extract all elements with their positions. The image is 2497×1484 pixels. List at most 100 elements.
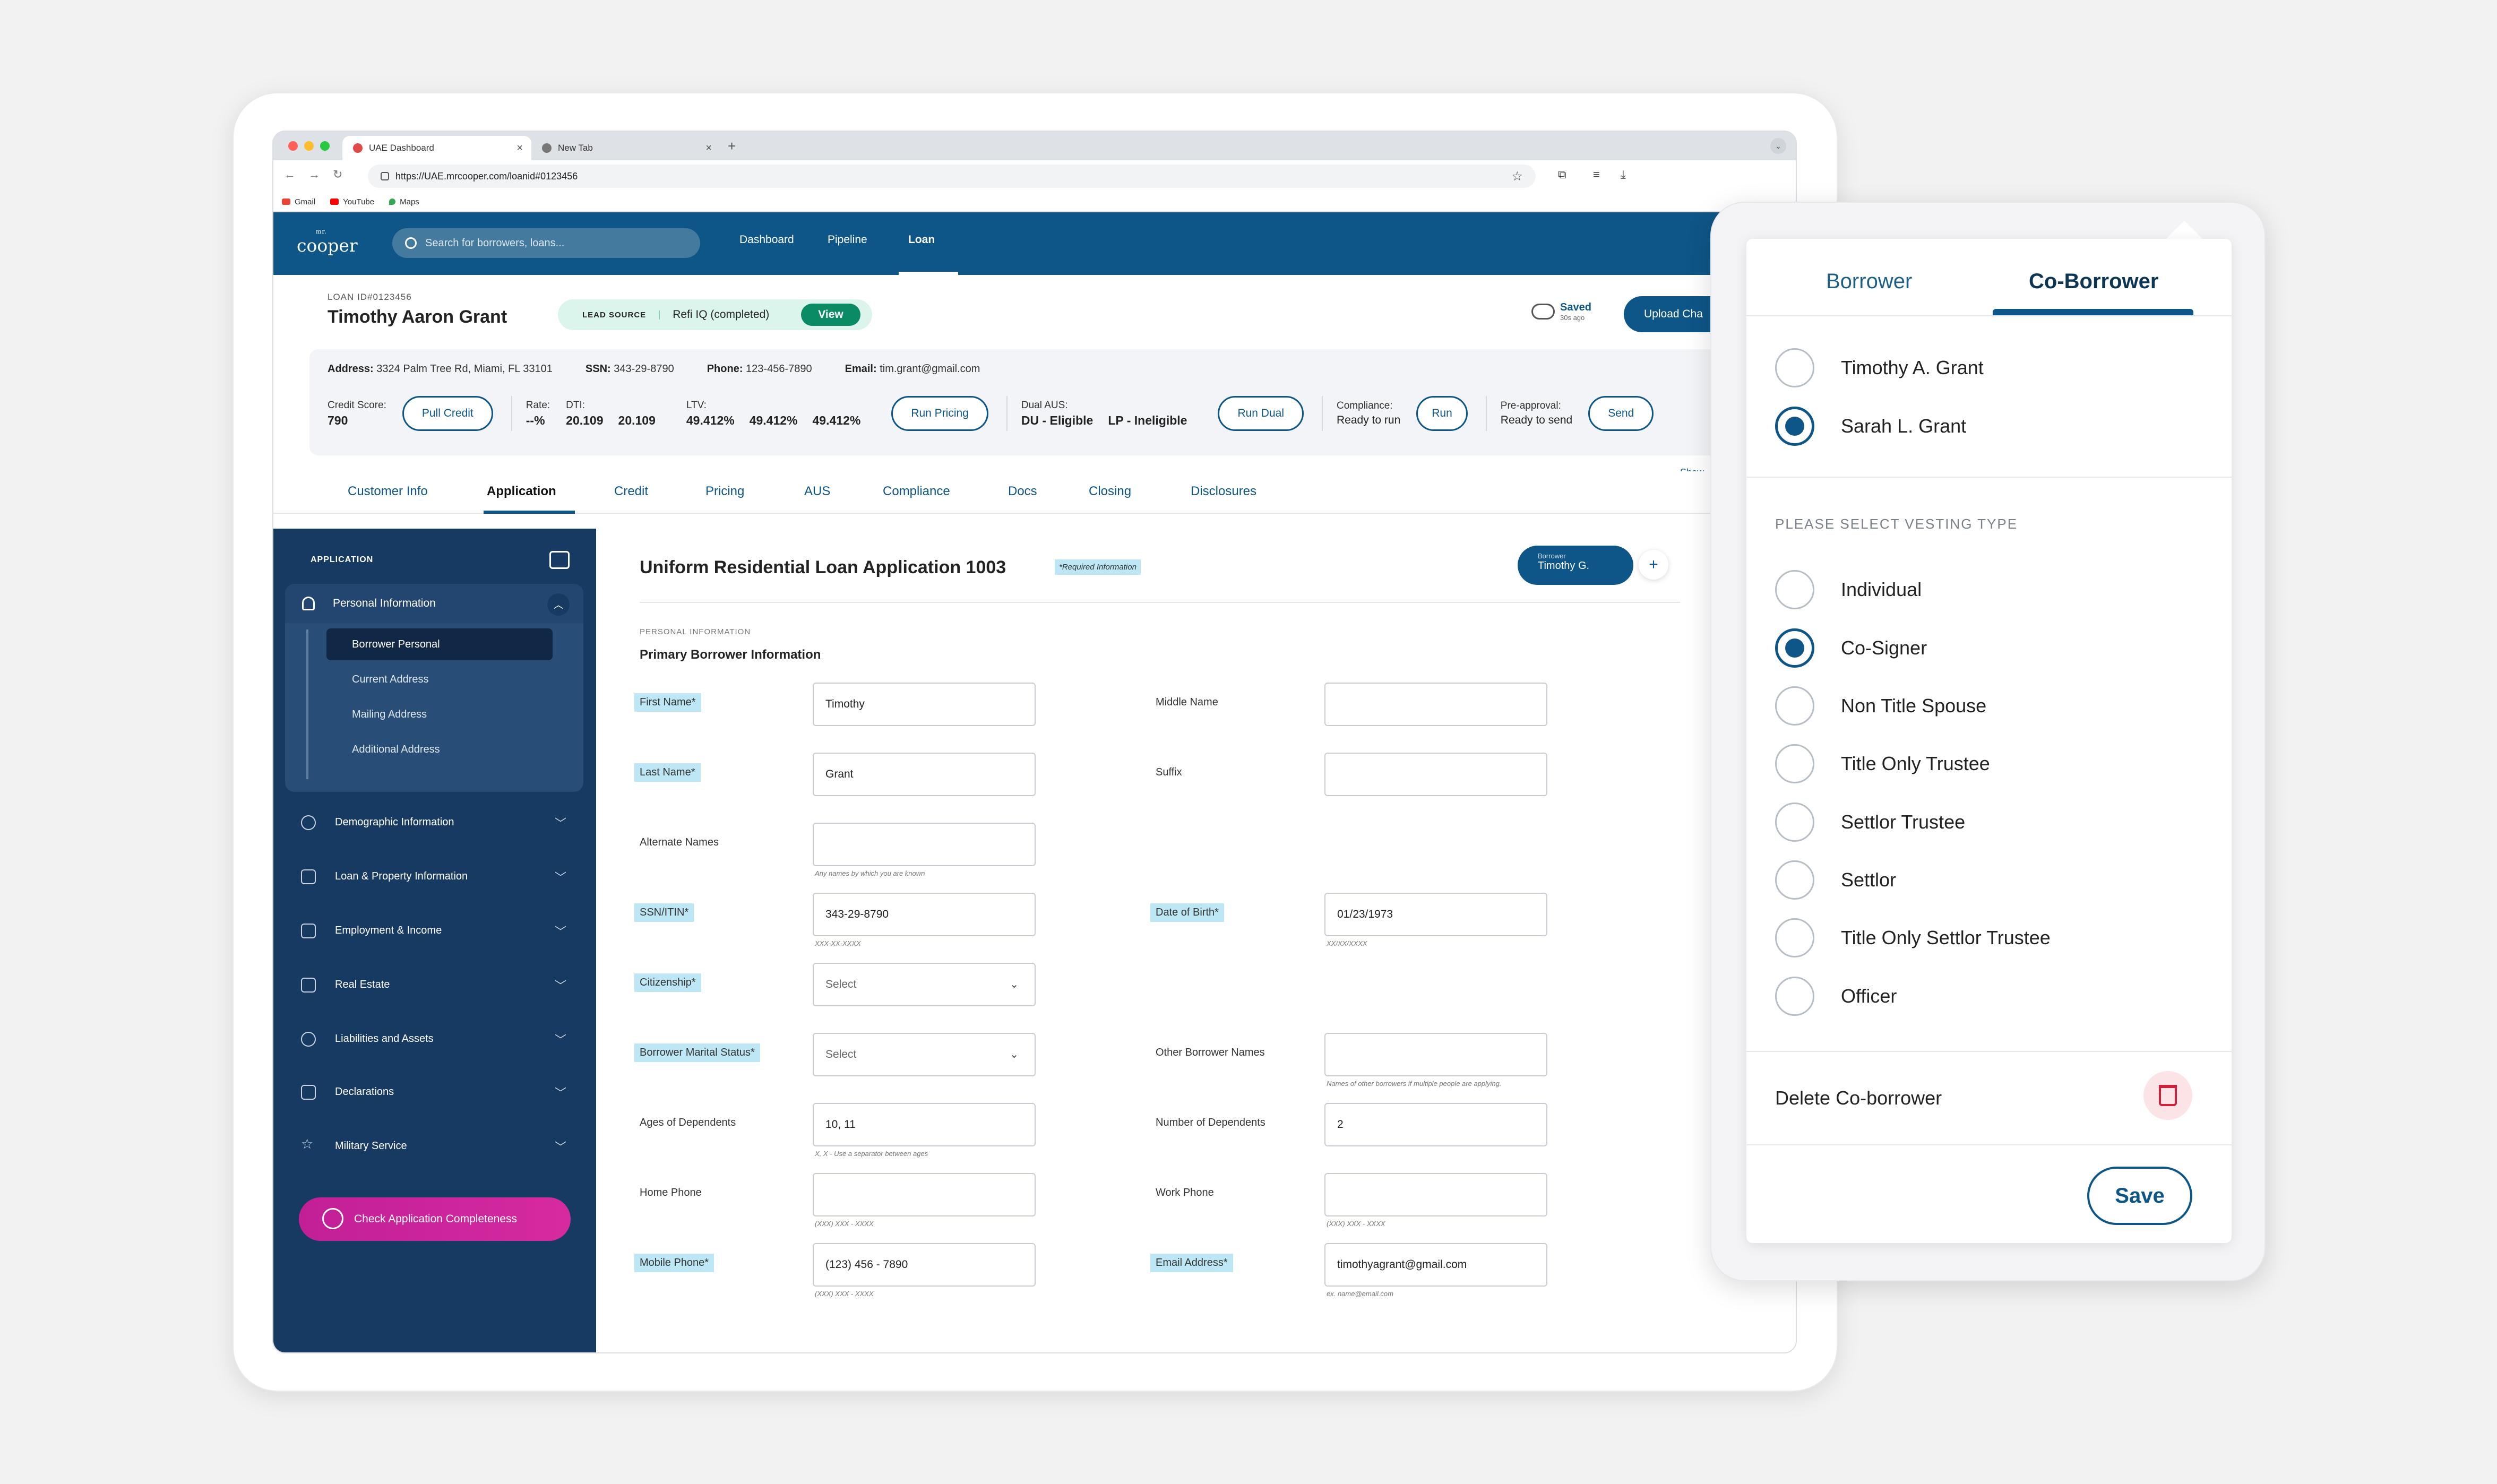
tab-application[interactable]: Application — [487, 484, 556, 499]
other-names-input[interactable] — [1324, 1033, 1547, 1076]
pull-credit-button[interactable]: Pull Credit — [402, 396, 493, 431]
radio-title-only-trustee[interactable] — [1775, 744, 1814, 783]
browser-tab-active[interactable]: UAE Dashboard × — [342, 136, 531, 160]
save-button[interactable]: Save — [2087, 1167, 2192, 1225]
alternate-names-input[interactable] — [813, 823, 1036, 866]
tab-credit[interactable]: Credit — [614, 484, 648, 499]
radio-officer[interactable] — [1775, 977, 1814, 1016]
ages-dependents-input[interactable]: 10, 11 — [813, 1103, 1036, 1146]
view-lead-button[interactable]: View — [801, 304, 860, 326]
bookmark-maps[interactable]: Maps — [389, 197, 419, 206]
close-tab-icon[interactable]: × — [705, 142, 712, 154]
tab-docs[interactable]: Docs — [1008, 484, 1037, 499]
download-icon[interactable]: ⤓ — [1621, 168, 1626, 182]
mobile-phone-input[interactable]: (123) 456 - 7890 — [813, 1243, 1036, 1287]
tab-closing[interactable]: Closing — [1089, 484, 1131, 499]
first-name-input[interactable]: Timothy — [813, 683, 1036, 726]
dob-input[interactable]: 01/23/1973 — [1324, 893, 1547, 936]
sidebar-item-loan-property[interactable]: Loan & Property Information ﹀ — [296, 863, 572, 890]
nav-pipeline[interactable]: Pipeline — [828, 234, 867, 246]
num-dependents-input[interactable]: 2 — [1324, 1103, 1547, 1146]
metric-value: 20.109 — [618, 413, 656, 427]
media-icon[interactable]: ≡ — [1593, 168, 1600, 182]
collapse-sidebar-icon[interactable] — [549, 551, 570, 569]
sidebar-item-real-estate[interactable]: Real Estate ﹀ — [296, 971, 572, 998]
delete-co-borrower-button[interactable] — [2143, 1071, 2192, 1120]
divider — [1746, 1051, 2232, 1052]
tab-pricing[interactable]: Pricing — [705, 484, 744, 499]
tab-customer-info[interactable]: Customer Info — [348, 484, 428, 499]
radio-title-only-settlor-trustee[interactable] — [1775, 918, 1814, 957]
work-phone-input[interactable] — [1324, 1173, 1547, 1216]
global-search-input[interactable]: Search for borrowers, loans... — [392, 228, 700, 258]
run-compliance-button[interactable]: Run — [1416, 396, 1468, 431]
sidebar-item-liabilities[interactable]: Liabilities and Assets ﹀ — [296, 1025, 572, 1052]
mobile-phone-label: Mobile Phone* — [634, 1254, 714, 1272]
sidebar-item-mailing-address[interactable]: Mailing Address — [326, 698, 553, 730]
divider — [640, 602, 1680, 603]
brand-logo[interactable]: mr. cooper — [297, 228, 358, 256]
home-phone-input[interactable] — [813, 1173, 1036, 1216]
tab-search-icon[interactable]: ⌄ — [1770, 138, 1786, 154]
citizenship-select[interactable]: Select ⌄ — [813, 963, 1036, 1006]
bookmark-youtube[interactable]: YouTube — [330, 197, 374, 206]
tab-aus[interactable]: AUS — [804, 484, 830, 499]
check-completeness-button[interactable]: Check Application Completeness — [299, 1197, 571, 1241]
sidebar-item-demographic[interactable]: Demographic Information ﹀ — [296, 809, 572, 835]
browser-tab[interactable]: New Tab × — [531, 136, 720, 160]
rate-metric: Rate: --% — [526, 400, 550, 428]
radio-settlor-trustee[interactable] — [1775, 803, 1814, 842]
radio-sarah-grant[interactable] — [1775, 407, 1814, 446]
address-label: Address: — [328, 363, 374, 375]
add-borrower-button[interactable]: + — [1639, 550, 1668, 580]
run-pricing-button[interactable]: Run Pricing — [891, 396, 988, 431]
radio-individual[interactable] — [1775, 570, 1814, 609]
sidebar-group-label: Personal Information — [333, 597, 436, 609]
radio-co-signer[interactable] — [1775, 628, 1814, 668]
middle-name-input[interactable] — [1324, 683, 1547, 726]
sidebar-item-current-address[interactable]: Current Address — [326, 663, 553, 695]
back-icon[interactable]: ← — [284, 168, 296, 182]
bookmark-star-icon[interactable]: ☆ — [1511, 169, 1523, 184]
tab-borrower[interactable]: Borrower — [1826, 270, 1912, 294]
sidebar-item-military[interactable]: ☆ Military Service ﹀ — [296, 1133, 572, 1159]
ssn-input[interactable]: 343-29-8790 — [813, 893, 1036, 936]
tab-co-borrower[interactable]: Co-Borrower — [2029, 270, 2158, 294]
last-name-input[interactable]: Grant — [813, 753, 1036, 796]
borrower-selector[interactable]: Borrower Timothy G. — [1518, 546, 1633, 585]
sidebar-item-additional-address[interactable]: Additional Address — [326, 734, 553, 765]
extensions-icon[interactable]: ⧉ — [1558, 168, 1566, 182]
suffix-input[interactable] — [1324, 753, 1547, 796]
tab-compliance[interactable]: Compliance — [883, 484, 950, 499]
bookmark-gmail[interactable]: Gmail — [282, 197, 315, 206]
run-dual-button[interactable]: Run Dual — [1218, 396, 1304, 431]
radio-non-title-spouse[interactable] — [1775, 686, 1814, 726]
du-value: DU - Eligible — [1021, 413, 1093, 427]
url-input[interactable]: https://UAE.mrcooper.com/loanid#0123456 … — [368, 165, 1536, 188]
new-tab-icon[interactable]: + — [728, 138, 736, 154]
section-title: Primary Borrower Information — [640, 648, 821, 662]
chevron-up-icon[interactable]: ︿ — [547, 593, 570, 616]
email-input[interactable]: timothyagrant@gmail.com — [1324, 1243, 1547, 1287]
marital-status-select[interactable]: Select ⌄ — [813, 1033, 1036, 1076]
reload-icon[interactable]: ↻ — [333, 168, 342, 182]
nav-loan[interactable]: Loan — [908, 234, 935, 246]
site-info-icon[interactable] — [381, 172, 389, 180]
close-tab-icon[interactable]: × — [516, 142, 523, 154]
radio-timothy-grant[interactable] — [1775, 348, 1814, 387]
sidebar-item-employment[interactable]: Employment & Income ﹀ — [296, 917, 572, 944]
sidebar-group-header[interactable]: Personal Information ︿ — [285, 584, 583, 623]
sidebar-item-declarations[interactable]: Declarations ﹀ — [296, 1079, 572, 1105]
zoom-window-button[interactable] — [320, 141, 330, 151]
nav-dashboard[interactable]: Dashboard — [739, 234, 794, 246]
minimize-window-button[interactable] — [304, 141, 314, 151]
sidebar-item-borrower-personal[interactable]: Borrower Personal — [326, 628, 553, 660]
radio-settlor[interactable] — [1775, 860, 1814, 900]
forward-icon[interactable]: → — [308, 168, 320, 182]
bookmarks-bar: Gmail YouTube Maps — [273, 192, 1796, 212]
close-window-button[interactable] — [288, 141, 298, 151]
save-status: Saved 30s ago — [1531, 301, 1591, 322]
maps-icon — [389, 199, 396, 205]
send-button[interactable]: Send — [1588, 396, 1654, 431]
tab-disclosures[interactable]: Disclosures — [1191, 484, 1256, 499]
